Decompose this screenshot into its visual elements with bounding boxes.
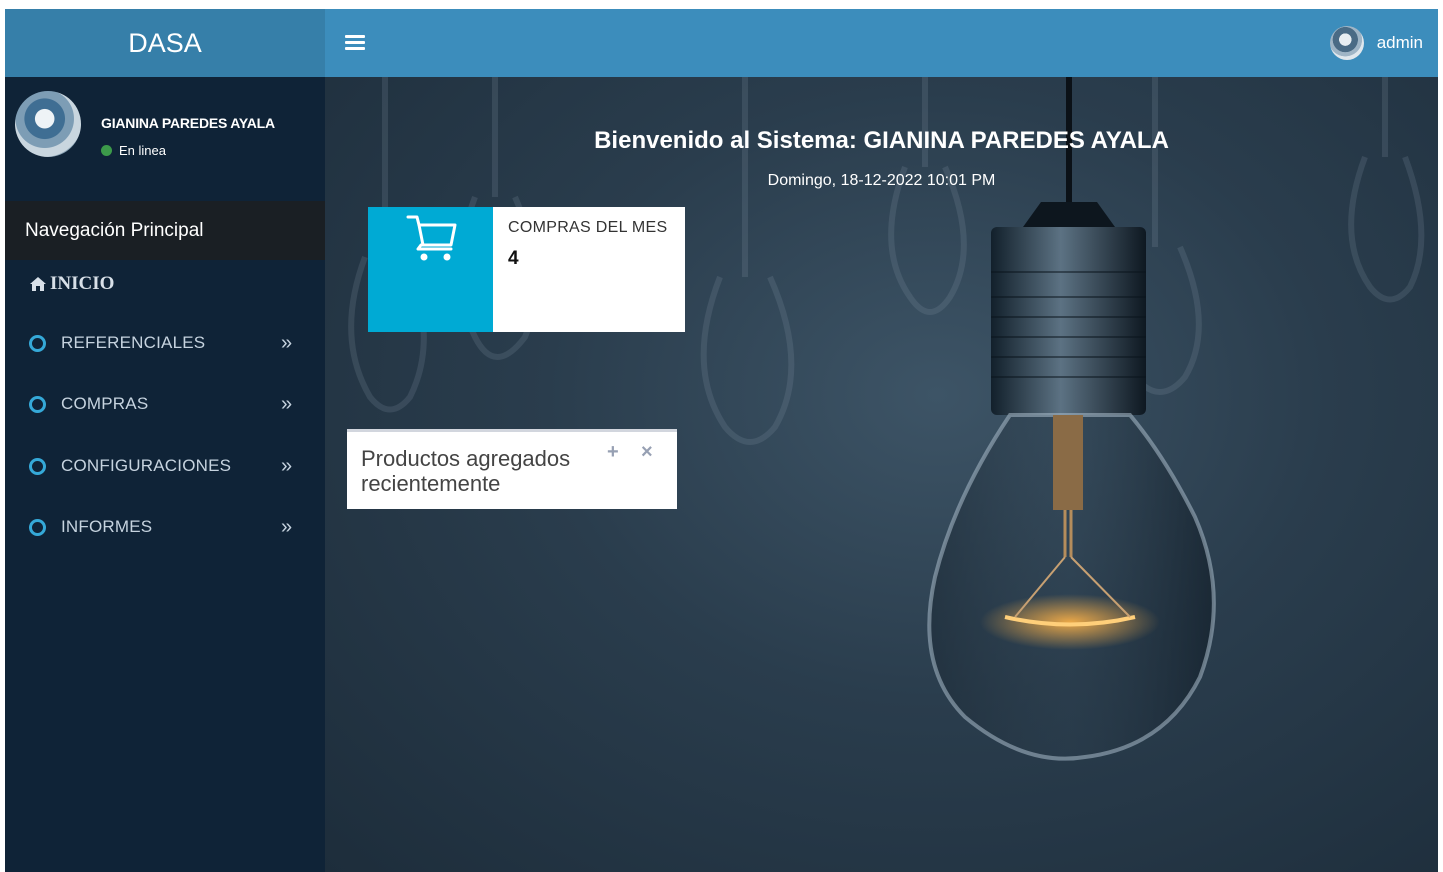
info-box-label: COMPRAS DEL MES — [508, 219, 668, 236]
home-icon — [30, 277, 46, 291]
info-box-number: 4 — [508, 248, 519, 269]
info-box-compras-mes[interactable]: COMPRAS DEL MES 4 — [368, 207, 685, 332]
top-navbar: admin — [325, 9, 1438, 77]
expand-plus-icon[interactable]: + — [607, 442, 619, 462]
sidebar-item-label: INFORMES — [61, 517, 153, 536]
user-avatar — [15, 91, 81, 157]
info-box-icon-area — [368, 207, 493, 332]
circle-icon — [29, 395, 46, 413]
current-datetime: Domingo, 18-12-2022 10:01 PM — [767, 172, 996, 189]
user-avatar-small — [1329, 26, 1364, 60]
chevron-double-right-icon: » — [281, 393, 293, 415]
user-status: En linea — [101, 143, 166, 158]
brand-logo[interactable]: DASA — [5, 9, 325, 77]
sidebar: GIANINA PAREDES AYALA En linea Navegació… — [5, 77, 325, 872]
recent-products-box: Productos agregados recientemente + × — [347, 429, 677, 509]
hamburger-menu-icon[interactable] — [345, 32, 365, 54]
sidebar-item-label: REFERENCIALES — [61, 333, 206, 352]
app-frame: DASA admin GIANINA PAREDES AYALA En line… — [5, 9, 1438, 872]
circle-icon — [29, 457, 46, 475]
box-title: Productos agregados recientemente — [361, 446, 571, 496]
welcome-title: Bienvenido al Sistema: GIANINA PAREDES A… — [594, 127, 1169, 154]
sidebar-item-compras[interactable]: COMPRAS » — [5, 384, 325, 424]
chevron-double-right-icon: » — [281, 516, 293, 538]
user-full-name: GIANINA PAREDES AYALA — [101, 115, 275, 131]
sidebar-item-label: INICIO — [50, 273, 115, 294]
user-name: admin — [1376, 33, 1423, 52]
user-panel: GIANINA PAREDES AYALA En linea — [15, 91, 315, 161]
sidebar-item-label: CONFIGURACIONES — [61, 456, 232, 475]
sidebar-item-inicio[interactable]: INICIO — [29, 273, 114, 295]
sidebar-item-label: COMPRAS — [61, 394, 149, 413]
sidebar-item-referenciales[interactable]: REFERENCIALES » — [5, 323, 325, 363]
chevron-double-right-icon: » — [281, 332, 293, 354]
shopping-cart-icon — [406, 215, 457, 261]
close-icon[interactable]: × — [641, 442, 653, 462]
chevron-double-right-icon: » — [281, 455, 293, 477]
sidebar-item-informes[interactable]: INFORMES » — [5, 507, 325, 547]
user-menu[interactable]: admin — [1329, 26, 1423, 60]
online-status-icon — [101, 145, 112, 156]
circle-icon — [29, 518, 46, 536]
circle-icon — [29, 334, 46, 352]
nav-header: Navegación Principal — [5, 201, 325, 260]
user-status-label: En linea — [119, 143, 166, 158]
sidebar-item-configuraciones[interactable]: CONFIGURACIONES » — [5, 446, 325, 486]
main-content: Bienvenido al Sistema: GIANINA PAREDES A… — [325, 77, 1438, 872]
